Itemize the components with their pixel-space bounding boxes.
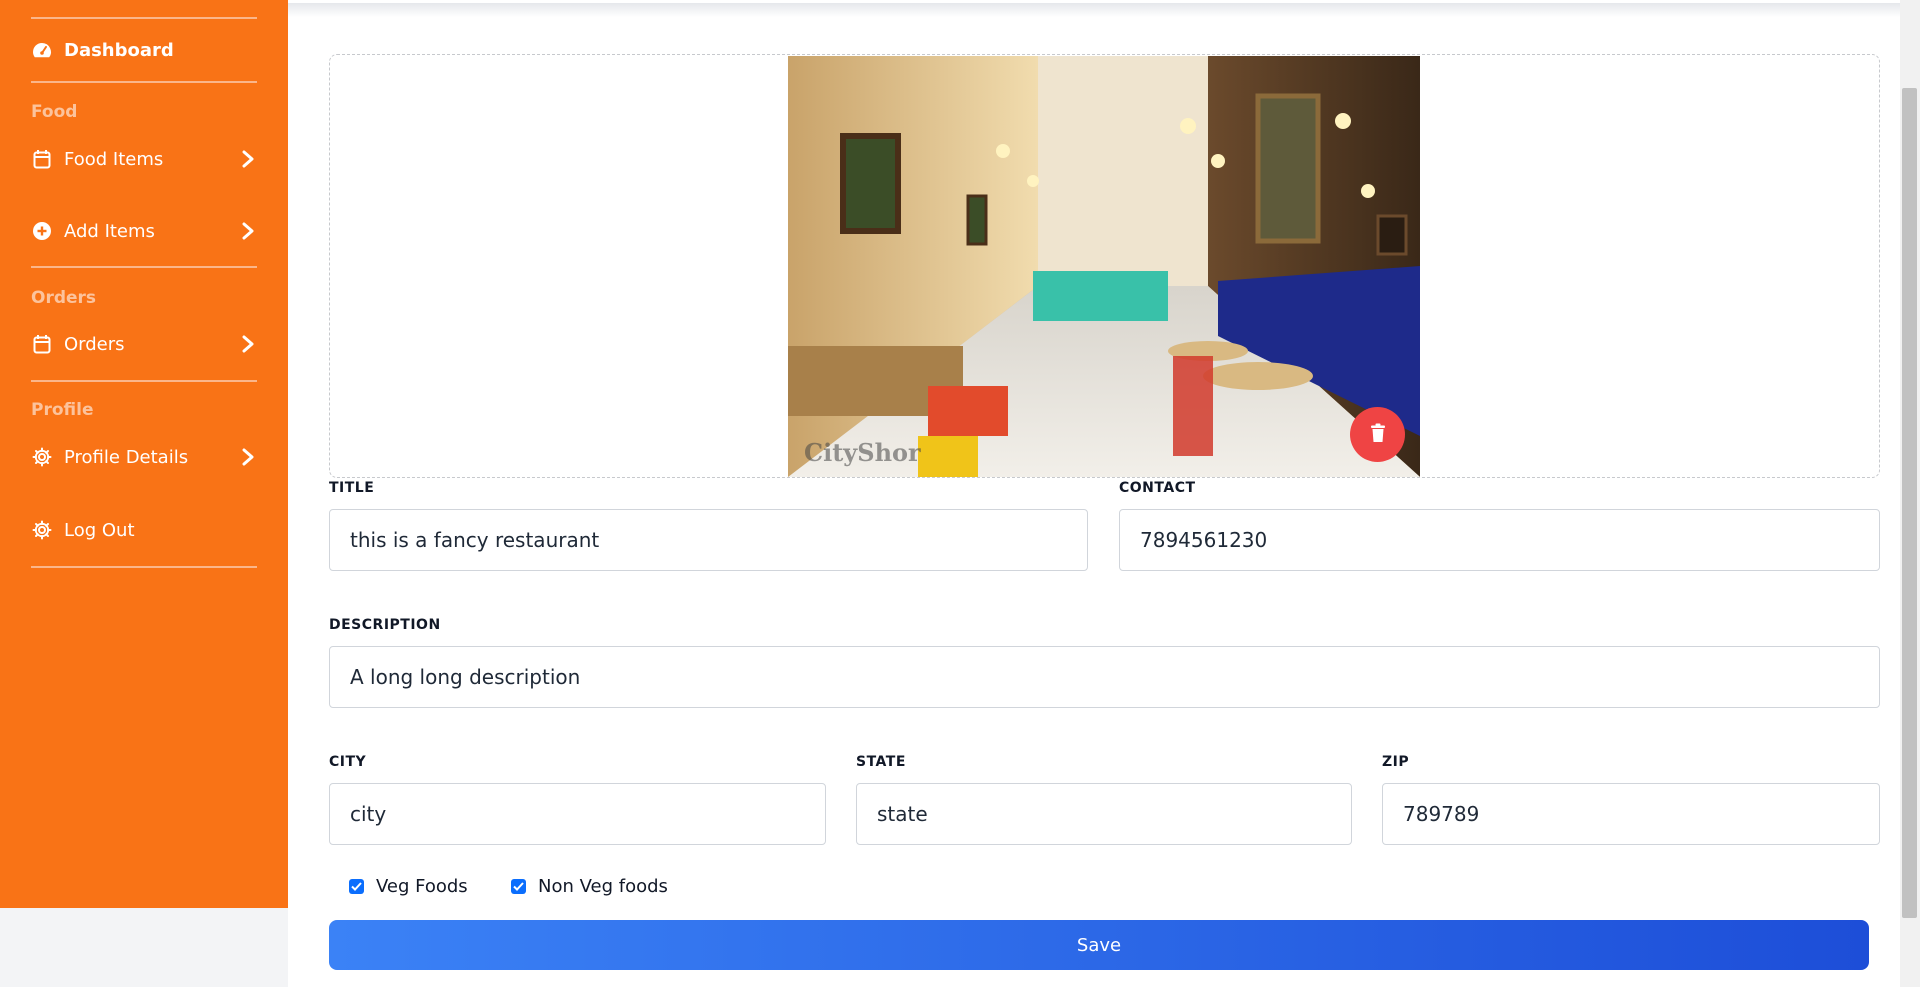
- calendar-icon: [31, 333, 53, 355]
- sidebar-item-food-items[interactable]: Food Items: [31, 142, 257, 176]
- non-veg-foods-label: Non Veg foods: [538, 876, 668, 897]
- state-input[interactable]: state: [856, 783, 1352, 845]
- section-label-food: Food: [31, 102, 78, 122]
- description-input[interactable]: A long long description: [329, 646, 1880, 708]
- sidebar-item-label: Add Items: [64, 220, 155, 242]
- sidebar-item-orders[interactable]: Orders: [31, 327, 257, 361]
- sidebar-divider: [31, 17, 257, 19]
- chevron-right-icon: [239, 446, 257, 468]
- city-label: CITY: [329, 754, 367, 770]
- scrollbar[interactable]: [1900, 0, 1920, 987]
- section-label-profile: Profile: [31, 400, 94, 420]
- photo-watermark: CityShor: [804, 438, 921, 467]
- description-label: DESCRIPTION: [329, 617, 441, 633]
- gear-icon: [31, 519, 53, 541]
- chevron-right-icon: [239, 148, 257, 170]
- contact-label: CONTACT: [1119, 480, 1196, 496]
- title-input[interactable]: this is a fancy restaurant: [329, 509, 1088, 571]
- header-shadow: [288, 3, 1900, 17]
- sidebar-divider: [31, 81, 257, 83]
- delete-image-button[interactable]: [1350, 407, 1405, 462]
- contact-input[interactable]: 7894561230: [1119, 509, 1880, 571]
- sidebar-item-add-items[interactable]: Add Items: [31, 214, 257, 248]
- gear-icon: [31, 446, 53, 468]
- restaurant-photo-illustration: [788, 56, 1420, 477]
- state-label: STATE: [856, 754, 906, 770]
- veg-foods-label: Veg Foods: [376, 876, 468, 897]
- sidebar-divider: [31, 566, 257, 568]
- sidebar-item-label: Dashboard: [64, 39, 174, 61]
- city-input[interactable]: city: [329, 783, 826, 845]
- sidebar-item-profile-details[interactable]: Profile Details: [31, 440, 257, 474]
- checkbox-checked-icon: [511, 879, 526, 894]
- gauge-icon: [31, 39, 53, 61]
- zip-input[interactable]: 789789: [1382, 783, 1880, 845]
- plus-circle-icon: [31, 220, 53, 242]
- trash-icon: [1370, 423, 1386, 447]
- sidebar-item-label: Profile Details: [64, 446, 189, 468]
- sidebar-item-label: Orders: [64, 333, 125, 355]
- title-label: TITLE: [329, 480, 375, 496]
- section-label-orders: Orders: [31, 288, 97, 308]
- checkbox-checked-icon: [349, 879, 364, 894]
- non-veg-foods-checkbox[interactable]: Non Veg foods: [511, 876, 668, 897]
- chevron-right-icon: [239, 220, 257, 242]
- save-button[interactable]: Save: [329, 920, 1869, 970]
- sidebar: Dashboard Food Food Items Add Items Orde…: [0, 0, 288, 908]
- sidebar-divider: [31, 266, 257, 268]
- chevron-right-icon: [239, 333, 257, 355]
- sidebar-item-label: Food Items: [64, 148, 164, 170]
- sidebar-divider: [31, 380, 257, 382]
- restaurant-photo: CityShor: [788, 56, 1420, 477]
- scrollbar-thumb[interactable]: [1902, 88, 1917, 918]
- veg-foods-checkbox[interactable]: Veg Foods: [349, 876, 468, 897]
- zip-label: ZIP: [1382, 754, 1410, 770]
- sidebar-item-dashboard[interactable]: Dashboard: [31, 33, 257, 67]
- sidebar-item-logout[interactable]: Log Out: [31, 513, 257, 547]
- calendar-icon: [31, 148, 53, 170]
- sidebar-item-label: Log Out: [64, 519, 135, 541]
